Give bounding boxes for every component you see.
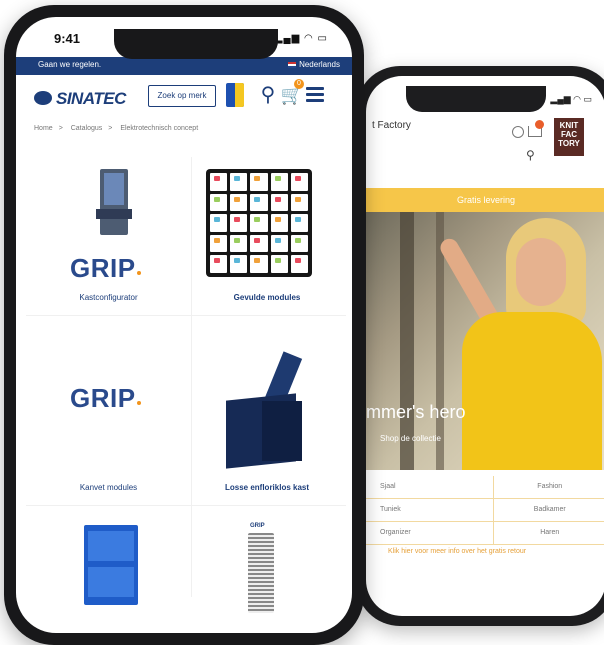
product-title[interactable]: Kastconfigurator [26, 293, 191, 302]
category-row: Tuniek Badkamer [366, 499, 604, 522]
tree-trunk [400, 212, 414, 470]
blue-cabinet-image [84, 525, 138, 605]
breadcrumb: Home > Catalogus > Elektrotechnisch concep… [34, 125, 204, 132]
grip-label: GRIP [250, 523, 265, 529]
category-link[interactable]: Fashion [494, 476, 604, 498]
back-phone-notch [406, 86, 546, 112]
front-phone-notch [114, 29, 278, 59]
hero-subtext[interactable]: Shop de collectie [380, 434, 441, 443]
category-row: Organizer Haren [366, 522, 604, 545]
breadcrumb-catalog[interactable]: Catalogus [71, 125, 103, 132]
sinatec-logo-mark [34, 91, 52, 105]
hamburger-menu-icon[interactable] [306, 87, 324, 103]
product-title[interactable]: Gevulde modules [192, 293, 342, 302]
product-title[interactable]: Losse enfloriklos kast [192, 483, 342, 492]
logo-text: SINATEC [56, 89, 126, 108]
breadcrumb-separator: > [59, 125, 63, 132]
info-link[interactable]: Klik hier voor meer info over het gratis… [388, 548, 526, 555]
back-phone-screen: ▂▄▆ ◠ ▭ t Factory KNITFACTORY ⚲ Gratis l… [366, 76, 604, 616]
modules-grid-image [206, 169, 312, 277]
grid-divider [26, 315, 346, 316]
status-icons: ▂▄▆ ◠ ▭ [550, 94, 592, 105]
knit-factory-logo[interactable]: KNITFACTORY [554, 118, 584, 156]
search-by-brand-button[interactable]: Zoek op merk [148, 85, 216, 107]
top-info-bar: Gaan we regelen. Nederlands [16, 57, 352, 75]
product-card[interactable]: GRIP [192, 507, 342, 607]
flag-nl-icon [288, 62, 296, 68]
product-card[interactable]: GRIP Kastconfigurator [26, 157, 191, 315]
storage-box-side [262, 401, 302, 461]
front-phone-screen: 9:41 ▂▄▆ ◠ ▭ Gaan we regelen. Nederlands… [16, 17, 352, 633]
front-phone: 9:41 ▂▄▆ ◠ ▭ Gaan we regelen. Nederlands… [4, 5, 364, 645]
model-face [516, 238, 566, 306]
category-link[interactable]: Tuniek [366, 499, 494, 521]
category-row: Sjaal Fashion [366, 476, 604, 499]
breadcrumb-separator: > [108, 125, 112, 132]
category-link[interactable]: Badkamer [494, 499, 604, 521]
category-link[interactable]: Organizer [366, 522, 494, 544]
hero-image[interactable]: mmer's hero Shop de collectie [366, 212, 604, 470]
tower-image [248, 533, 274, 613]
main-nav: SINATEC Zoek op merk ⚲ 🛒 0 [16, 75, 352, 115]
breadcrumb-home[interactable]: Home [34, 125, 53, 132]
product-card[interactable]: Losse enfloriklos kast [192, 317, 342, 505]
grip-logo: GRIP [70, 383, 141, 414]
language-label: Nederlands [299, 60, 340, 69]
category-link[interactable]: Haren [494, 522, 604, 544]
site-brand[interactable]: t Factory [372, 120, 411, 131]
status-time: 9:41 [54, 31, 80, 46]
catalog-icon[interactable] [226, 83, 244, 107]
back-phone: ▂▄▆ ◠ ▭ t Factory KNITFACTORY ⚲ Gratis l… [356, 66, 604, 626]
product-card[interactable] [26, 507, 191, 607]
category-link[interactable]: Sjaal [366, 476, 494, 498]
grip-logo: GRIP [70, 253, 141, 284]
language-selector[interactable]: Nederlands [288, 60, 340, 69]
cart-count-badge: 0 [294, 79, 304, 89]
product-card[interactable]: GRIP Kanvet modules [26, 317, 191, 505]
kiosk-image [100, 169, 128, 235]
search-icon[interactable]: ⚲ [256, 83, 280, 107]
promo-banner[interactable]: Gratis levering [366, 188, 604, 212]
cart-badge [535, 120, 544, 129]
user-icon[interactable] [512, 126, 524, 138]
search-icon[interactable]: ⚲ [526, 148, 535, 162]
yellow-scarf [462, 312, 602, 470]
category-grid: Sjaal Fashion Tuniek Badkamer Organizer … [366, 476, 604, 545]
grid-divider [26, 505, 346, 506]
product-card[interactable]: Gevulde modules [192, 157, 342, 315]
breadcrumb-current: Elektrotechnisch concept [120, 125, 198, 132]
hero-heading: mmer's hero [366, 402, 465, 423]
product-title[interactable]: Kanvet modules [26, 483, 191, 492]
topbar-message[interactable]: Gaan we regelen. [38, 60, 101, 69]
sinatec-logo[interactable]: SINATEC [34, 89, 126, 109]
status-icons: ▂▄▆ ◠ ▭ [275, 33, 328, 44]
